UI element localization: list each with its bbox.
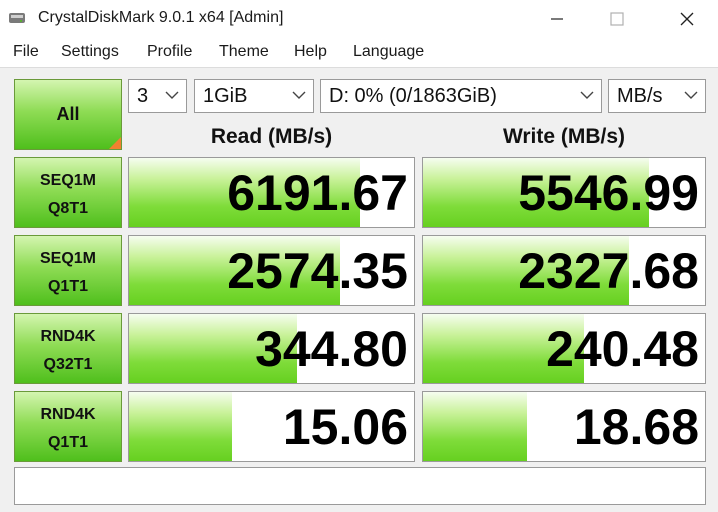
test-label-line2: Q1T1 <box>47 434 88 451</box>
test-button-rnd4k-q1t1[interactable]: RND4K Q1T1 <box>14 391 122 462</box>
title-bar: CrystalDiskMark 9.0.1 x64 [Admin] <box>0 0 718 37</box>
test-button-seq1m-q8t1[interactable]: SEQ1M Q8T1 <box>14 157 122 228</box>
all-button-label: All <box>56 104 80 124</box>
menu-theme[interactable]: Theme <box>219 43 269 61</box>
size-value: 1GiB <box>203 85 248 107</box>
test-label-line2: Q8T1 <box>47 200 88 217</box>
write-result-rnd4k-q32t1: 240.48 <box>422 313 706 384</box>
test-button-seq1m-q1t1[interactable]: SEQ1M Q1T1 <box>14 235 122 306</box>
chevron-down-icon <box>165 91 179 99</box>
write-result-seq1m-q8t1: 5546.99 <box>422 157 706 228</box>
read-value: 6191.67 <box>227 165 408 221</box>
read-result-rnd4k-q32t1: 344.80 <box>128 313 415 384</box>
read-bar <box>129 392 232 461</box>
read-value: 344.80 <box>255 321 408 377</box>
main-panel: All 3 1GiB D: 0% (0/1863GiB) MB/s Read (… <box>0 68 718 512</box>
window-title: CrystalDiskMark 9.0.1 x64 [Admin] <box>38 9 284 26</box>
app-icon <box>9 13 25 23</box>
write-value: 240.48 <box>546 321 699 377</box>
test-label-line2: Q1T1 <box>47 278 88 295</box>
count-select[interactable]: 3 <box>128 79 187 113</box>
chevron-down-icon <box>292 91 306 99</box>
read-result-seq1m-q1t1: 2574.35 <box>128 235 415 306</box>
write-header: Write (MB/s) <box>502 125 626 148</box>
all-button[interactable]: All <box>14 79 122 150</box>
menu-file[interactable]: File <box>13 43 39 61</box>
menu-language[interactable]: Language <box>353 43 424 61</box>
menu-bar: File Settings Profile Theme Help Languag… <box>0 37 718 68</box>
minimize-icon <box>551 17 563 20</box>
write-value: 5546.99 <box>518 165 699 221</box>
read-value: 2574.35 <box>227 243 408 299</box>
maximize-button[interactable] <box>594 0 640 37</box>
drive-value: D: 0% (0/1863GiB) <box>329 85 497 107</box>
count-value: 3 <box>137 85 149 107</box>
unit-select[interactable]: MB/s <box>608 79 706 113</box>
maximize-icon <box>610 11 624 26</box>
read-value: 15.06 <box>282 399 408 455</box>
read-header: Read (MB/s) <box>210 125 333 148</box>
write-value: 18.68 <box>573 399 699 455</box>
close-button[interactable] <box>664 0 710 37</box>
chevron-down-icon <box>580 91 594 99</box>
test-label-line1: SEQ1M <box>39 250 96 267</box>
read-result-rnd4k-q1t1: 15.06 <box>128 391 415 462</box>
size-select[interactable]: 1GiB <box>194 79 314 113</box>
write-result-seq1m-q1t1: 2327.68 <box>422 235 706 306</box>
menu-profile[interactable]: Profile <box>147 43 192 61</box>
test-label-line1: SEQ1M <box>39 172 96 189</box>
corner-marker <box>109 137 121 149</box>
comment-field[interactable] <box>14 467 706 505</box>
test-label-line2: Q32T1 <box>43 356 93 373</box>
read-result-seq1m-q8t1: 6191.67 <box>128 157 415 228</box>
minimize-button[interactable] <box>534 0 580 37</box>
test-label-line1: RND4K <box>40 406 96 423</box>
write-result-rnd4k-q1t1: 18.68 <box>422 391 706 462</box>
menu-settings[interactable]: Settings <box>61 43 119 61</box>
close-icon <box>680 12 694 25</box>
unit-value: MB/s <box>617 85 663 107</box>
test-button-rnd4k-q32t1[interactable]: RND4K Q32T1 <box>14 313 122 384</box>
menu-help[interactable]: Help <box>294 43 327 61</box>
drive-select[interactable]: D: 0% (0/1863GiB) <box>320 79 602 113</box>
write-bar <box>423 392 528 461</box>
test-label-line1: RND4K <box>40 328 96 345</box>
write-value: 2327.68 <box>518 243 699 299</box>
chevron-down-icon <box>684 91 698 99</box>
